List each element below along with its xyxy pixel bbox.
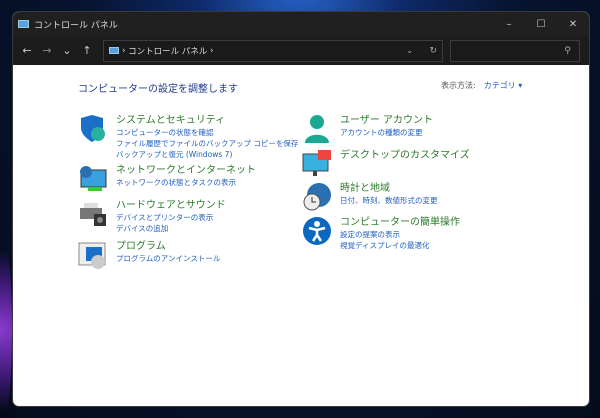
access-icon[interactable] [302, 216, 332, 246]
category-program: プログラム プログラムのアンインストール [78, 240, 220, 270]
network-icon[interactable] [78, 164, 108, 194]
category-system: システムとセキュリティ コンピューターの状態を確認 ファイル履歴でファイルのバックア… [78, 114, 298, 160]
desktop-icon[interactable] [302, 149, 332, 179]
window-title: コントロール パネル [34, 20, 118, 31]
hardware-icon[interactable] [78, 199, 108, 229]
content-area: コンピューターの設定を調整します 表示方法: カテゴリ ▾ システムとセキュリティ… [13, 65, 589, 406]
category-task-link[interactable]: 設定の提案の表示 [340, 229, 460, 240]
category-access: コンピューターの簡単操作 設定の提案の表示 視覚ディスプレイの最適化 [302, 216, 460, 251]
category-title-link[interactable]: システムとセキュリティ [116, 114, 298, 127]
category-task-link[interactable]: コンピューターの状態を確認 [116, 127, 298, 138]
category-task-link[interactable]: プログラムのアンインストール [116, 253, 220, 264]
category-task-link[interactable]: デバイスとプリンターの表示 [116, 212, 226, 223]
category-user: ユーザー アカウント アカウントの種類の変更 [302, 114, 433, 144]
close-button[interactable]: ✕ [557, 19, 589, 30]
category-title-link[interactable]: プログラム [116, 240, 220, 253]
category-desktop: デスクトップのカスタマイズ [302, 149, 470, 179]
minimize-button[interactable]: – [493, 19, 525, 30]
address-bar[interactable]: › コントロール パネル › ⌄ ↻ [103, 39, 443, 62]
category-task-link[interactable]: ネットワークの状態とタスクの表示 [116, 177, 256, 188]
control-panel-window: コントロール パネル – ☐ ✕ ← → ⌄ ↑ › コントロール パネル › … [12, 11, 590, 407]
forward-button[interactable]: → [37, 44, 57, 57]
category-title-link[interactable]: ハードウェアとサウンド [116, 199, 226, 212]
category-task-link[interactable]: バックアップと復元 (Windows 7) [116, 149, 298, 160]
breadcrumb-separator[interactable]: › [210, 46, 213, 56]
title-bar: コントロール パネル – ☐ ✕ [13, 12, 589, 36]
wallpaper-swirl [0, 250, 12, 410]
up-button[interactable]: ↑ [77, 44, 97, 57]
category-title-link[interactable]: 時計と地域 [340, 182, 438, 195]
page-title: コンピューターの設定を調整します [78, 84, 238, 95]
category-task-link[interactable]: 視覚ディスプレイの最適化 [340, 240, 460, 251]
search-input[interactable]: ⚲ [450, 39, 580, 62]
category-task-link[interactable]: デバイスの追加 [116, 223, 226, 234]
maximize-button[interactable]: ☐ [525, 19, 557, 30]
category-network: ネットワークとインターネット ネットワークの状態とタスクの表示 [78, 164, 256, 194]
category-task-link[interactable]: 日付、時刻、数値形式の変更 [340, 195, 438, 206]
view-by: 表示方法: カテゴリ ▾ [441, 80, 522, 91]
search-icon: ⚲ [564, 45, 571, 56]
program-icon[interactable] [78, 240, 108, 270]
user-icon[interactable] [302, 114, 332, 144]
refresh-button[interactable]: ↻ [429, 46, 437, 56]
clock-icon[interactable] [302, 182, 332, 212]
category-task-link[interactable]: ファイル履歴でファイルのバックアップ コピーを保存 [116, 138, 298, 149]
category-title-link[interactable]: コンピューターの簡単操作 [340, 216, 460, 229]
breadcrumb-control-panel[interactable]: コントロール パネル [128, 45, 207, 57]
breadcrumb-separator: › [122, 45, 126, 56]
address-dropdown-button[interactable]: ⌄ [406, 46, 414, 56]
category-title-link[interactable]: デスクトップのカスタマイズ [340, 149, 470, 162]
category-clock: 時計と地域 日付、時刻、数値形式の変更 [302, 182, 438, 212]
control-panel-icon [109, 47, 119, 54]
back-button[interactable]: ← [17, 44, 37, 57]
category-hardware: ハードウェアとサウンド デバイスとプリンターの表示 デバイスの追加 [78, 199, 226, 234]
view-by-label: 表示方法: [441, 81, 476, 90]
recent-locations-button[interactable]: ⌄ [57, 44, 77, 57]
category-title-link[interactable]: ユーザー アカウント [340, 114, 433, 127]
category-task-link[interactable]: アカウントの種類の変更 [340, 127, 433, 138]
view-by-dropdown[interactable]: カテゴリ ▾ [484, 81, 523, 90]
category-title-link[interactable]: ネットワークとインターネット [116, 164, 256, 177]
control-panel-icon [18, 20, 29, 28]
navigation-toolbar: ← → ⌄ ↑ › コントロール パネル › ⌄ ↻ ⚲ [13, 36, 589, 65]
system-icon[interactable] [78, 114, 108, 144]
